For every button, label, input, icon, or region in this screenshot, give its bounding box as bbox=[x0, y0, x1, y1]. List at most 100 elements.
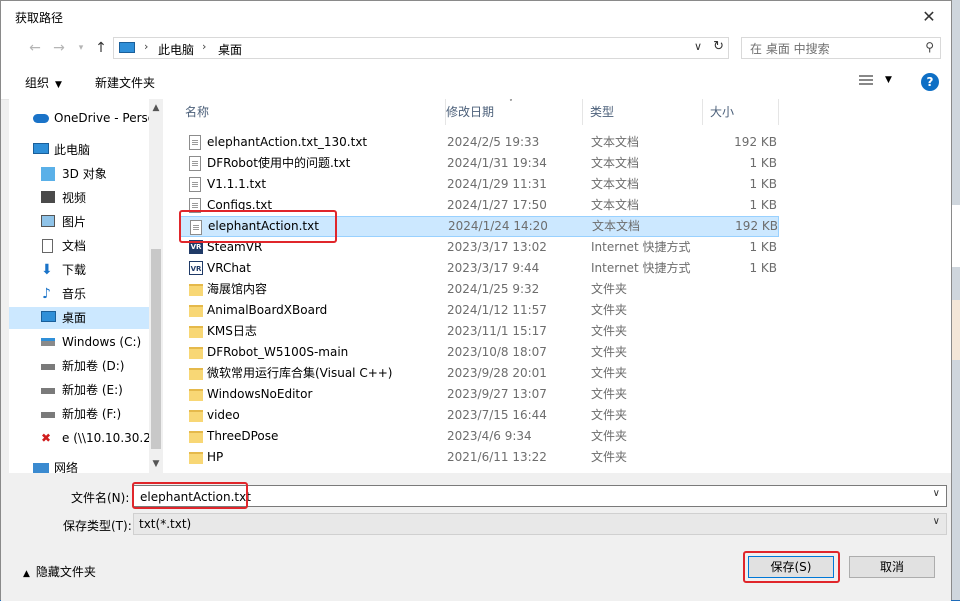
file-name: HP bbox=[207, 450, 224, 464]
breadcrumb-separator-icon[interactable]: › bbox=[202, 40, 206, 53]
chevron-down-icon[interactable]: ∨ bbox=[933, 516, 940, 527]
recent-locations-chevron-icon[interactable]: ▾ bbox=[71, 37, 91, 59]
breadcrumb-desktop[interactable]: 桌面 bbox=[218, 41, 242, 58]
sidebar-item-label: e (\\10.10.30.24 bbox=[62, 431, 149, 445]
navigation-scrollbar[interactable]: ▲ ▼ bbox=[149, 99, 163, 473]
file-row[interactable]: HP 2021/6/11 13:22 文件夹 bbox=[179, 447, 779, 468]
sidebar-item-label: 文档 bbox=[62, 239, 87, 253]
file-date: 2024/1/27 17:50 bbox=[447, 198, 547, 212]
breadcrumb-this-pc[interactable]: 此电脑 bbox=[158, 41, 194, 58]
file-type: 文本文档 bbox=[591, 135, 640, 149]
drive-icon bbox=[41, 388, 55, 394]
filename-combobox[interactable]: ∨ bbox=[133, 485, 947, 507]
file-row[interactable]: AnimalBoardXBoard 2024/1/12 11:57 文件夹 bbox=[179, 300, 779, 321]
breadcrumb-separator-icon[interactable]: › bbox=[144, 40, 148, 53]
file-size: 1 KB bbox=[749, 240, 777, 254]
sidebar-item-pictures[interactable]: 图片 bbox=[9, 211, 149, 233]
help-icon[interactable]: ? bbox=[921, 73, 939, 91]
file-row[interactable]: elephantAction.txt_130.txt 2024/2/5 19:3… bbox=[179, 132, 779, 153]
hide-folders-label: 隐藏文件夹 bbox=[35, 565, 96, 579]
forward-arrow-icon[interactable]: → bbox=[49, 37, 69, 59]
new-folder-button[interactable]: 新建文件夹 bbox=[95, 74, 155, 91]
sidebar-item-this-pc[interactable]: 此电脑 bbox=[9, 139, 149, 161]
hide-folders-toggle[interactable]: ▲ 隐藏文件夹 bbox=[23, 563, 96, 580]
sidebar-item-label: 音乐 bbox=[62, 287, 87, 301]
view-options-icon[interactable] bbox=[859, 75, 873, 87]
sidebar-item-documents[interactable]: 文档 bbox=[9, 235, 149, 257]
column-header-name[interactable]: 名称 bbox=[179, 99, 446, 125]
file-row[interactable]: VR VRChat 2023/3/17 9:44 Internet 快捷方式 1… bbox=[179, 258, 779, 279]
search-input[interactable] bbox=[748, 39, 912, 59]
sidebar-item-3d-objects[interactable]: 3D 对象 bbox=[9, 163, 149, 185]
file-row[interactable]: KMS日志 2023/11/1 15:17 文件夹 bbox=[179, 321, 779, 342]
file-row[interactable]: V1.1.1.txt 2024/1/29 11:31 文本文档 1 KB bbox=[179, 174, 779, 195]
file-row[interactable]: DFRobot使用中的问题.txt 2024/1/31 19:34 文本文档 1… bbox=[179, 153, 779, 174]
file-row[interactable]: DFRobot_W5100S-main 2023/10/8 18:07 文件夹 bbox=[179, 342, 779, 363]
computer-icon bbox=[33, 143, 49, 154]
folder-icon bbox=[189, 326, 203, 338]
windows-drive-icon bbox=[41, 338, 55, 346]
chevron-down-icon[interactable]: ∨ bbox=[933, 488, 940, 499]
desktop-icon bbox=[41, 311, 56, 322]
file-name: elephantAction.txt_130.txt bbox=[207, 135, 368, 149]
sidebar-item-onedrive[interactable]: OneDrive - Perso bbox=[9, 107, 149, 129]
caret-down-icon[interactable]: ▼ bbox=[885, 75, 892, 85]
filename-input[interactable] bbox=[138, 487, 902, 507]
scroll-down-icon[interactable]: ▼ bbox=[149, 457, 163, 471]
sidebar-item-desktop[interactable]: 桌面 bbox=[9, 307, 149, 329]
sidebar-item-videos[interactable]: 视频 bbox=[9, 187, 149, 209]
file-type: 文本文档 bbox=[591, 177, 640, 191]
file-row[interactable]: WindowsNoEditor 2023/9/27 13:07 文件夹 bbox=[179, 384, 779, 405]
caret-up-icon: ▲ bbox=[23, 569, 30, 579]
file-name: 海展馆内容 bbox=[207, 282, 268, 296]
column-header-type[interactable]: 类型 bbox=[584, 99, 703, 125]
documents-icon bbox=[42, 239, 53, 253]
up-arrow-icon[interactable]: ↑ bbox=[91, 37, 111, 59]
scrollbar-thumb[interactable] bbox=[151, 249, 161, 449]
sidebar-item-network[interactable]: 网络 bbox=[9, 457, 149, 473]
drive-icon bbox=[41, 364, 55, 370]
refresh-icon[interactable]: ↻ bbox=[713, 39, 724, 54]
search-box[interactable]: ⚲ bbox=[741, 37, 941, 59]
file-row[interactable]: 微软常用运行库合集(Visual C++) 2023/9/28 20:01 文件… bbox=[179, 363, 779, 384]
file-row[interactable]: ThreeDPose 2023/4/6 9:34 文件夹 bbox=[179, 426, 779, 447]
drive-icon bbox=[41, 412, 55, 418]
file-date: 2024/1/25 9:32 bbox=[447, 282, 540, 296]
file-row[interactable]: video 2023/7/15 16:44 文件夹 bbox=[179, 405, 779, 426]
back-arrow-icon[interactable]: ← bbox=[25, 37, 45, 59]
sidebar-item-music[interactable]: ♪ 音乐 bbox=[9, 283, 149, 305]
search-icon[interactable]: ⚲ bbox=[925, 40, 934, 54]
video-icon bbox=[41, 191, 55, 203]
cancel-button[interactable]: 取消 bbox=[849, 556, 935, 578]
vrchat-shortcut-icon: VR bbox=[189, 261, 203, 275]
sidebar-item-drive-d[interactable]: 新加卷 (D:) bbox=[9, 355, 149, 377]
column-header-date[interactable]: 修改日期 bbox=[440, 99, 583, 125]
navigation-bar: ← → ▾ ↑ › 此电脑 › 桌面 ∨ ↻ ⚲ bbox=[1, 33, 951, 63]
file-name: KMS日志 bbox=[207, 324, 257, 338]
folder-icon bbox=[189, 347, 203, 359]
network-drive-icon: ✖ bbox=[41, 431, 52, 445]
sidebar-item-downloads[interactable]: ⬇ 下载 bbox=[9, 259, 149, 281]
address-bar[interactable]: › 此电脑 › 桌面 ∨ ↻ bbox=[113, 37, 729, 59]
folder-icon bbox=[189, 305, 203, 317]
sidebar-item-label: 网络 bbox=[54, 461, 79, 473]
file-type: 文本文档 bbox=[592, 219, 641, 233]
close-icon[interactable]: ✕ bbox=[915, 5, 943, 29]
sidebar-item-drive-f[interactable]: 新加卷 (F:) bbox=[9, 403, 149, 425]
chevron-down-icon[interactable]: ∨ bbox=[694, 40, 702, 53]
filetype-value: txt(*.txt) bbox=[139, 517, 192, 531]
pictures-icon bbox=[41, 215, 55, 227]
file-date: 2023/3/17 9:44 bbox=[447, 261, 540, 275]
column-header-size[interactable]: 大小 bbox=[704, 99, 779, 125]
sidebar-item-drive-e[interactable]: 新加卷 (E:) bbox=[9, 379, 149, 401]
organize-button[interactable]: 组织 ▼ bbox=[25, 74, 62, 91]
file-date: 2024/2/5 19:33 bbox=[447, 135, 540, 149]
file-row[interactable]: 海展馆内容 2024/1/25 9:32 文件夹 bbox=[179, 279, 779, 300]
filetype-select[interactable]: txt(*.txt) ∨ bbox=[133, 513, 947, 535]
scroll-up-icon[interactable]: ▲ bbox=[149, 101, 163, 115]
sidebar-item-drive-c[interactable]: Windows (C:) bbox=[9, 331, 149, 353]
file-date: 2024/1/24 14:20 bbox=[448, 219, 548, 233]
desktop-background bbox=[952, 0, 960, 600]
sidebar-item-network-drive[interactable]: ✖ e (\\10.10.30.24 bbox=[9, 427, 149, 449]
caret-down-icon: ▼ bbox=[55, 80, 62, 90]
